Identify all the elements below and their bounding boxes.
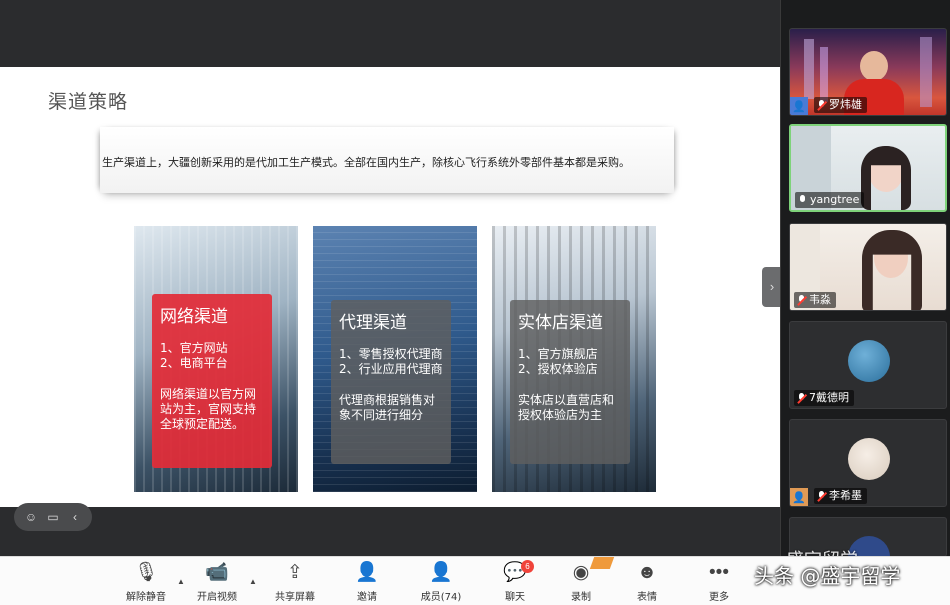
card-desc: 实体店以直营店和 xyxy=(518,393,615,407)
invite-label: 邀请 xyxy=(357,592,377,603)
start-video-button[interactable]: 📹 开启视频 xyxy=(185,562,249,603)
skyline-tower xyxy=(920,37,932,107)
chat-button[interactable]: 💬 6 聊天 xyxy=(483,560,547,603)
participant-name: 李希墨 xyxy=(829,489,862,502)
meeting-app: 渠道策略 生产渠道上，大疆创新采用的是代加工生产模式。全部在国内生产，除核心飞行… xyxy=(0,0,950,605)
card-item: 2、行业应用代理商 xyxy=(339,362,443,376)
members-label: 成员(74) xyxy=(420,592,462,603)
channel-card-retail: 实体店渠道 1、官方旗舰店 2、授权体验店 实体店以直营店和 授权体验店为主 xyxy=(492,226,656,492)
reactions-label: 表情 xyxy=(637,592,657,603)
participant-tile[interactable]: 👤 罗炜雄 xyxy=(789,28,947,116)
floating-mini-bar[interactable]: ☺ ▭ ‹ xyxy=(14,503,92,531)
participant-video-list[interactable]: 👤 罗炜雄 yangtree 韦淼 7戴德明 👤 李希墨 xyxy=(780,0,950,557)
card-desc: 网络渠道以官方网 xyxy=(160,387,257,401)
participant-name-tag: 7戴德明 xyxy=(794,390,854,406)
quote-text: 生产渠道上，大疆创新采用的是代加工生产模式。全部在国内生产，除核心飞行系统外零部… xyxy=(102,156,630,169)
record-button[interactable]: ◉ 录制 xyxy=(549,562,613,603)
reactions-button[interactable]: ☻ 表情 xyxy=(615,562,679,603)
chevron-left-icon[interactable]: ‹ xyxy=(67,510,83,524)
unmute-label: 解除静音 xyxy=(126,592,166,603)
start-video-label: 开启视频 xyxy=(197,592,237,603)
share-screen-label: 共享屏幕 xyxy=(275,592,315,603)
mic-muted-icon xyxy=(797,392,806,404)
skyline-tower xyxy=(804,39,814,99)
participant-name: 7戴德明 xyxy=(809,391,849,404)
card-panel: 代理渠道 1、零售授权代理商 2、行业应用代理商 代理商根据销售对 象不同进行细… xyxy=(331,300,451,464)
card-item: 2、电商平台 xyxy=(160,356,228,370)
avatar xyxy=(848,340,890,382)
participant-tile[interactable]: 👤 李希墨 xyxy=(789,419,947,507)
invite-button[interactable]: 👤 邀请 xyxy=(335,562,399,603)
card-item: 1、零售授权代理商 xyxy=(339,347,443,361)
participant-name-tag: 韦淼 xyxy=(794,292,836,308)
participant-name-tag: 李希墨 xyxy=(814,488,867,504)
share-screen-icon: ⇪ xyxy=(287,562,303,583)
add-user-icon: 👤 xyxy=(355,562,379,583)
mic-muted-icon xyxy=(817,490,826,502)
card-desc: 象不同进行细分 xyxy=(339,408,424,422)
mic-muted-icon: 🎙 xyxy=(134,562,159,583)
participant-tile[interactable]: 韦淼 xyxy=(789,223,947,311)
mic-muted-icon xyxy=(797,294,806,306)
chat-badge: 6 xyxy=(521,560,534,573)
avatar xyxy=(848,438,890,480)
caret-up-icon[interactable]: ▲ xyxy=(177,577,185,586)
emoji-icon: ☻ xyxy=(637,562,657,583)
more-dots-icon: ••• xyxy=(709,562,729,583)
participant-tile-active[interactable]: yangtree xyxy=(789,124,947,212)
watermark: 头条 @盛宇留学 xyxy=(754,564,901,588)
emoji-icon[interactable]: ☺ xyxy=(23,510,39,524)
participant-tile[interactable]: 7戴德明 xyxy=(789,321,947,409)
screen-share-area: 渠道策略 生产渠道上，大疆创新采用的是代加工生产模式。全部在国内生产，除核心飞行… xyxy=(0,0,782,556)
card-desc: 站为主，官网支持 xyxy=(160,402,257,416)
record-label: 录制 xyxy=(571,592,591,603)
card-desc: 代理商根据销售对 xyxy=(339,393,436,407)
channel-card-online: 网络渠道 1、官方网站 2、电商平台 网络渠道以官方网 站为主，官网支持 全球预… xyxy=(134,226,298,492)
card-title: 网络渠道 xyxy=(160,307,228,327)
participant-name: yangtree xyxy=(810,193,860,206)
person-face xyxy=(860,51,888,81)
card-item: 1、官方旗舰店 xyxy=(518,347,598,361)
card-panel: 实体店渠道 1、官方旗舰店 2、授权体验店 实体店以直营店和 授权体验店为主 xyxy=(510,300,630,464)
participant-name-tag: 罗炜雄 xyxy=(814,97,867,113)
user-profile-icon: 👤 xyxy=(790,488,808,506)
chat-bubble-icon[interactable]: ▭ xyxy=(45,510,61,524)
caret-up-icon[interactable]: ▲ xyxy=(249,577,257,586)
chat-label: 聊天 xyxy=(505,592,525,603)
participant-name: 罗炜雄 xyxy=(829,98,862,111)
card-item: 1、官方网站 xyxy=(160,341,228,355)
more-button[interactable]: ••• 更多 xyxy=(687,562,751,603)
card-desc: 授权体验店为主 xyxy=(518,408,603,422)
video-off-icon: 📹 xyxy=(205,562,229,583)
members-button[interactable]: 👤 成员(74) xyxy=(409,562,473,603)
share-screen-button[interactable]: ⇪ 共享屏幕 xyxy=(263,562,327,603)
slide-title: 渠道策略 xyxy=(48,91,129,113)
chevron-right-icon: › xyxy=(769,279,775,294)
participant-name: 韦淼 xyxy=(809,293,831,306)
quote-box: 生产渠道上，大疆创新采用的是代加工生产模式。全部在国内生产，除核心飞行系统外零部… xyxy=(100,127,674,193)
mic-icon xyxy=(798,194,807,206)
presentation-slide: 渠道策略 生产渠道上，大疆创新采用的是代加工生产模式。全部在国内生产，除核心飞行… xyxy=(0,67,780,507)
user-profile-icon: 👤 xyxy=(790,97,808,115)
mic-muted-icon xyxy=(817,99,826,111)
record-icon: ◉ xyxy=(572,562,590,583)
card-item: 2、授权体验店 xyxy=(518,362,598,376)
card-title: 代理渠道 xyxy=(339,313,407,333)
participant-name-tag: yangtree xyxy=(795,192,865,208)
card-title: 实体店渠道 xyxy=(518,313,603,333)
card-desc: 全球预定配送。 xyxy=(160,417,245,431)
more-label: 更多 xyxy=(709,592,729,603)
channel-card-agent: 代理渠道 1、零售授权代理商 2、行业应用代理商 代理商根据销售对 象不同进行细… xyxy=(313,226,477,492)
card-panel: 网络渠道 1、官方网站 2、电商平台 网络渠道以官方网 站为主，官网支持 全球预… xyxy=(152,294,272,468)
unmute-button[interactable]: 🎙 解除静音 xyxy=(114,562,178,603)
collapse-panel-button[interactable]: › xyxy=(762,267,782,307)
skyline-tower xyxy=(820,47,828,102)
members-icon: 👤 xyxy=(429,562,453,583)
